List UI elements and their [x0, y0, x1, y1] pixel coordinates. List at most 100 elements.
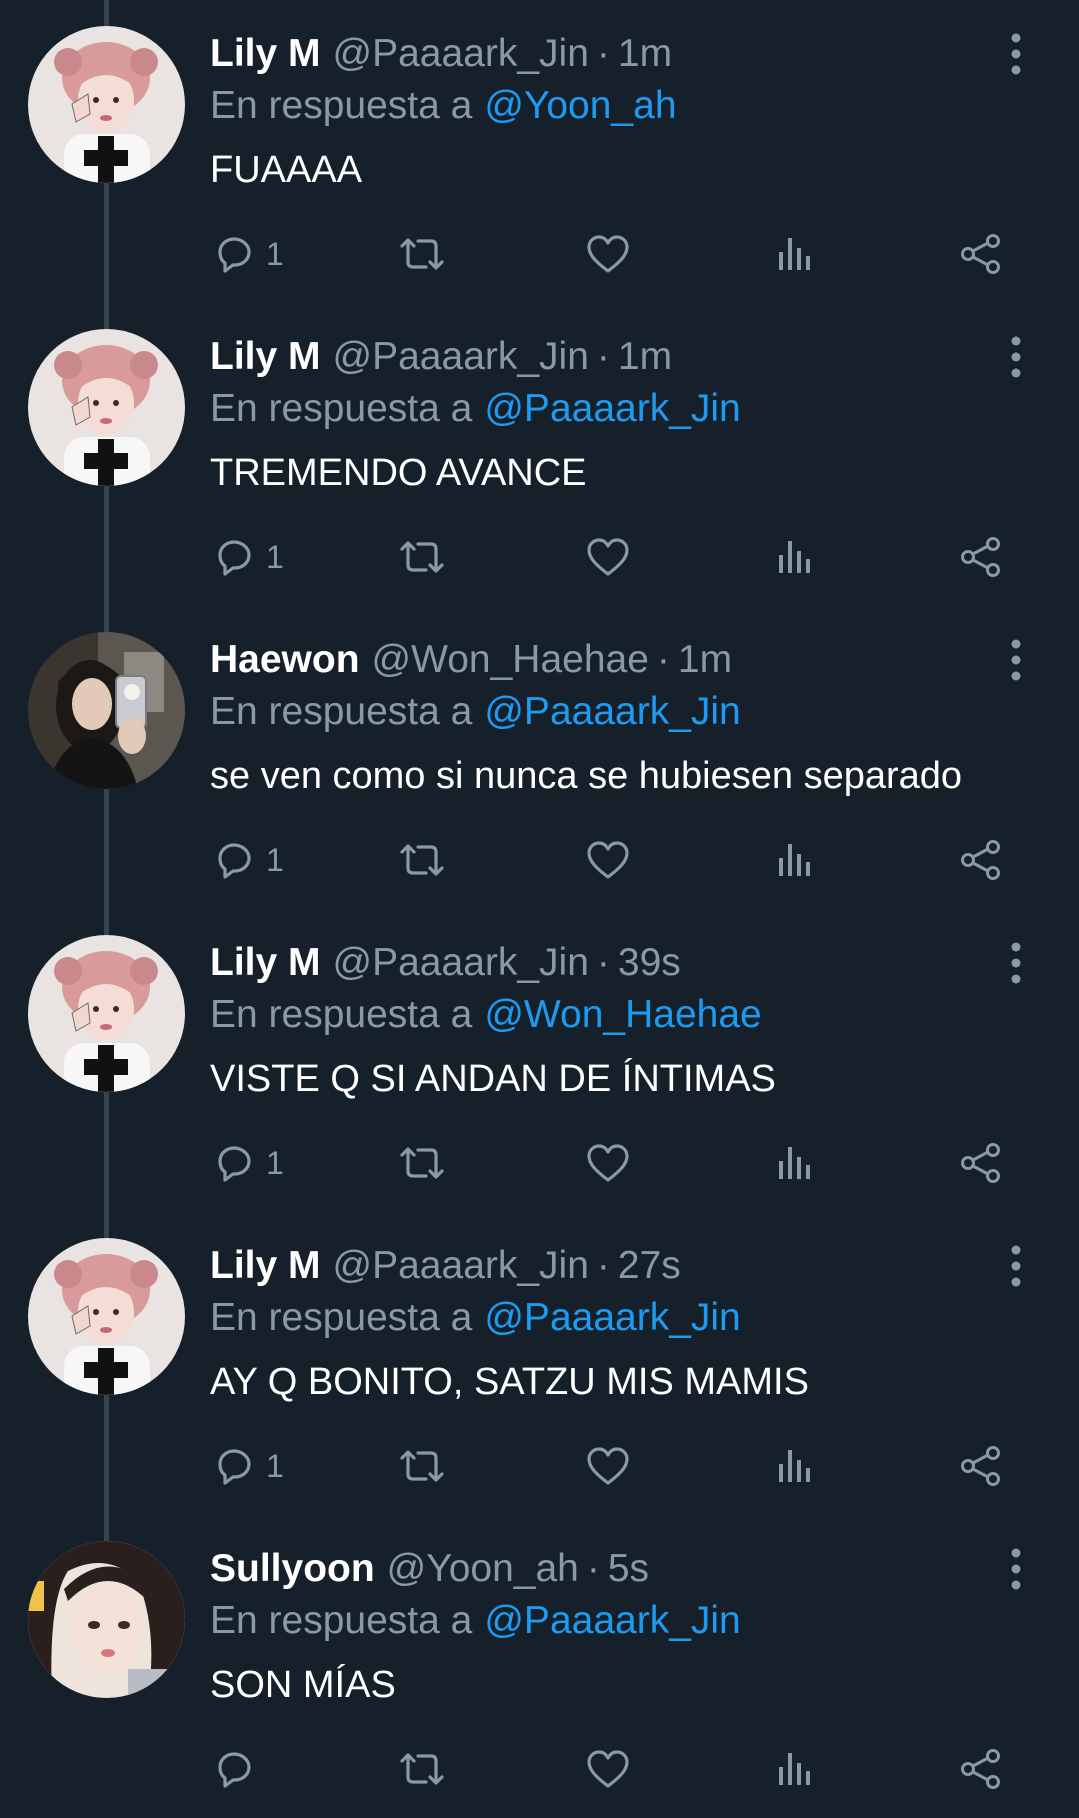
separator-dot: ·: [596, 941, 610, 984]
display-name[interactable]: Lily M: [210, 939, 321, 987]
timestamp[interactable]: 5s: [608, 1545, 649, 1593]
views-button[interactable]: [775, 832, 815, 888]
share-button[interactable]: [958, 529, 1004, 585]
lily-avatar[interactable]: [28, 26, 185, 183]
retweet-button[interactable]: [396, 832, 448, 888]
like-button[interactable]: [584, 1135, 632, 1191]
more-options-icon[interactable]: [1000, 30, 1032, 78]
retweet-icon: [400, 844, 444, 876]
reply-mention-link[interactable]: @Paaaark_Jin: [484, 387, 740, 430]
share-button[interactable]: [958, 226, 1004, 282]
heart-icon: [587, 841, 629, 879]
share-button[interactable]: [958, 1741, 1004, 1797]
views-button[interactable]: [775, 226, 815, 282]
like-button[interactable]: [584, 529, 632, 585]
views-button[interactable]: [775, 1438, 815, 1494]
heart-icon: [587, 1750, 629, 1788]
display-name[interactable]: Lily M: [210, 333, 321, 381]
reply-mention-link[interactable]: @Yoon_ah: [484, 84, 676, 127]
timestamp[interactable]: 1m: [618, 30, 672, 78]
reply-count: 1: [266, 236, 284, 272]
views-button[interactable]: [775, 1135, 815, 1191]
username[interactable]: @Paaaark_Jin: [333, 1242, 589, 1290]
timestamp[interactable]: 1m: [618, 333, 672, 381]
tweet[interactable]: Haewon @Won_Haehae · 1m En respuesta a @P…: [0, 606, 1079, 909]
reply-prefix: En respuesta a: [210, 1296, 473, 1339]
username[interactable]: @Yoon_ah: [387, 1545, 579, 1593]
retweet-button[interactable]: [396, 226, 448, 282]
display-name[interactable]: Haewon: [210, 636, 360, 684]
tweet[interactable]: Lily M @Paaaark_Jin · 1m En respuesta a @…: [0, 0, 1079, 303]
timestamp[interactable]: 1m: [678, 636, 732, 684]
views-icon: [779, 1147, 810, 1179]
reply-count: 1: [266, 539, 284, 575]
reply-context: En respuesta a @Paaaark_Jin: [210, 385, 741, 433]
views-icon: [779, 1753, 810, 1785]
reply-button[interactable]: 1: [212, 832, 284, 888]
share-icon: [961, 537, 1000, 577]
views-icon: [779, 1450, 810, 1482]
reply-count: 1: [266, 842, 284, 878]
username[interactable]: @Paaaark_Jin: [333, 939, 589, 987]
reply-mention-link[interactable]: @Won_Haehae: [484, 993, 761, 1036]
reply-context: En respuesta a @Paaaark_Jin: [210, 688, 741, 736]
tweet-header: Sullyoon @Yoon_ah · 5s: [210, 1545, 649, 1593]
tweet[interactable]: Lily M @Paaaark_Jin · 39s En respuesta a…: [0, 909, 1079, 1212]
reply-mention-link[interactable]: @Paaaark_Jin: [484, 1599, 740, 1642]
views-button[interactable]: [775, 1741, 815, 1797]
reply-mention-link[interactable]: @Paaaark_Jin: [484, 1296, 740, 1339]
tweet-header: Lily M @Paaaark_Jin · 1m: [210, 333, 672, 381]
lily-avatar[interactable]: [28, 935, 185, 1092]
like-button[interactable]: [584, 226, 632, 282]
more-options-icon[interactable]: [1000, 333, 1032, 381]
username[interactable]: @Won_Haehae: [372, 636, 649, 684]
display-name[interactable]: Lily M: [210, 30, 321, 78]
separator-dot: ·: [586, 1547, 600, 1590]
reply-button[interactable]: [212, 1741, 266, 1797]
tweet-header: Lily M @Paaaark_Jin · 1m: [210, 30, 672, 78]
reply-mention-link[interactable]: @Paaaark_Jin: [484, 690, 740, 733]
like-button[interactable]: [584, 1438, 632, 1494]
retweet-button[interactable]: [396, 1438, 448, 1494]
retweet-button[interactable]: [396, 529, 448, 585]
tweet[interactable]: Sullyoon @Yoon_ah · 5s En respuesta a @Pa…: [0, 1515, 1079, 1818]
more-options-icon[interactable]: [1000, 636, 1032, 684]
timestamp[interactable]: 27s: [618, 1242, 681, 1290]
retweet-icon: [400, 1450, 444, 1482]
share-button[interactable]: [958, 832, 1004, 888]
share-icon: [961, 234, 1000, 274]
tweet-text: AY Q BONITO, SATZU MIS MAMIS: [210, 1361, 809, 1403]
more-options-icon[interactable]: [1000, 939, 1032, 987]
reply-button[interactable]: 1: [212, 529, 284, 585]
display-name[interactable]: Sullyoon: [210, 1545, 375, 1593]
lily-avatar[interactable]: [28, 329, 185, 486]
more-options-icon[interactable]: [1000, 1242, 1032, 1290]
reply-count: 1: [266, 1448, 284, 1484]
tweet[interactable]: Lily M @Paaaark_Jin · 27s En respuesta a…: [0, 1212, 1079, 1515]
username[interactable]: @Paaaark_Jin: [333, 30, 589, 78]
action-bar: 1: [0, 529, 1079, 585]
like-button[interactable]: [584, 832, 632, 888]
share-button[interactable]: [958, 1438, 1004, 1494]
tweet[interactable]: Lily M @Paaaark_Jin · 1m En respuesta a @…: [0, 303, 1079, 606]
like-button[interactable]: [584, 1741, 632, 1797]
more-options-icon[interactable]: [1000, 1545, 1032, 1593]
sullyoon-avatar[interactable]: [28, 1541, 185, 1698]
share-button[interactable]: [958, 1135, 1004, 1191]
tweet-header: Haewon @Won_Haehae · 1m: [210, 636, 732, 684]
reply-count: 1: [266, 1145, 284, 1181]
lily-avatar[interactable]: [28, 1238, 185, 1395]
username[interactable]: @Paaaark_Jin: [333, 333, 589, 381]
share-icon: [961, 1749, 1000, 1789]
haewon-avatar[interactable]: [28, 632, 185, 789]
retweet-button[interactable]: [396, 1135, 448, 1191]
reply-icon: [218, 1449, 251, 1485]
display-name[interactable]: Lily M: [210, 1242, 321, 1290]
views-button[interactable]: [775, 529, 815, 585]
timestamp[interactable]: 39s: [618, 939, 681, 987]
reply-button[interactable]: 1: [212, 1135, 284, 1191]
retweet-button[interactable]: [396, 1741, 448, 1797]
reply-button[interactable]: 1: [212, 1438, 284, 1494]
heart-icon: [587, 538, 629, 576]
reply-button[interactable]: 1: [212, 226, 284, 282]
